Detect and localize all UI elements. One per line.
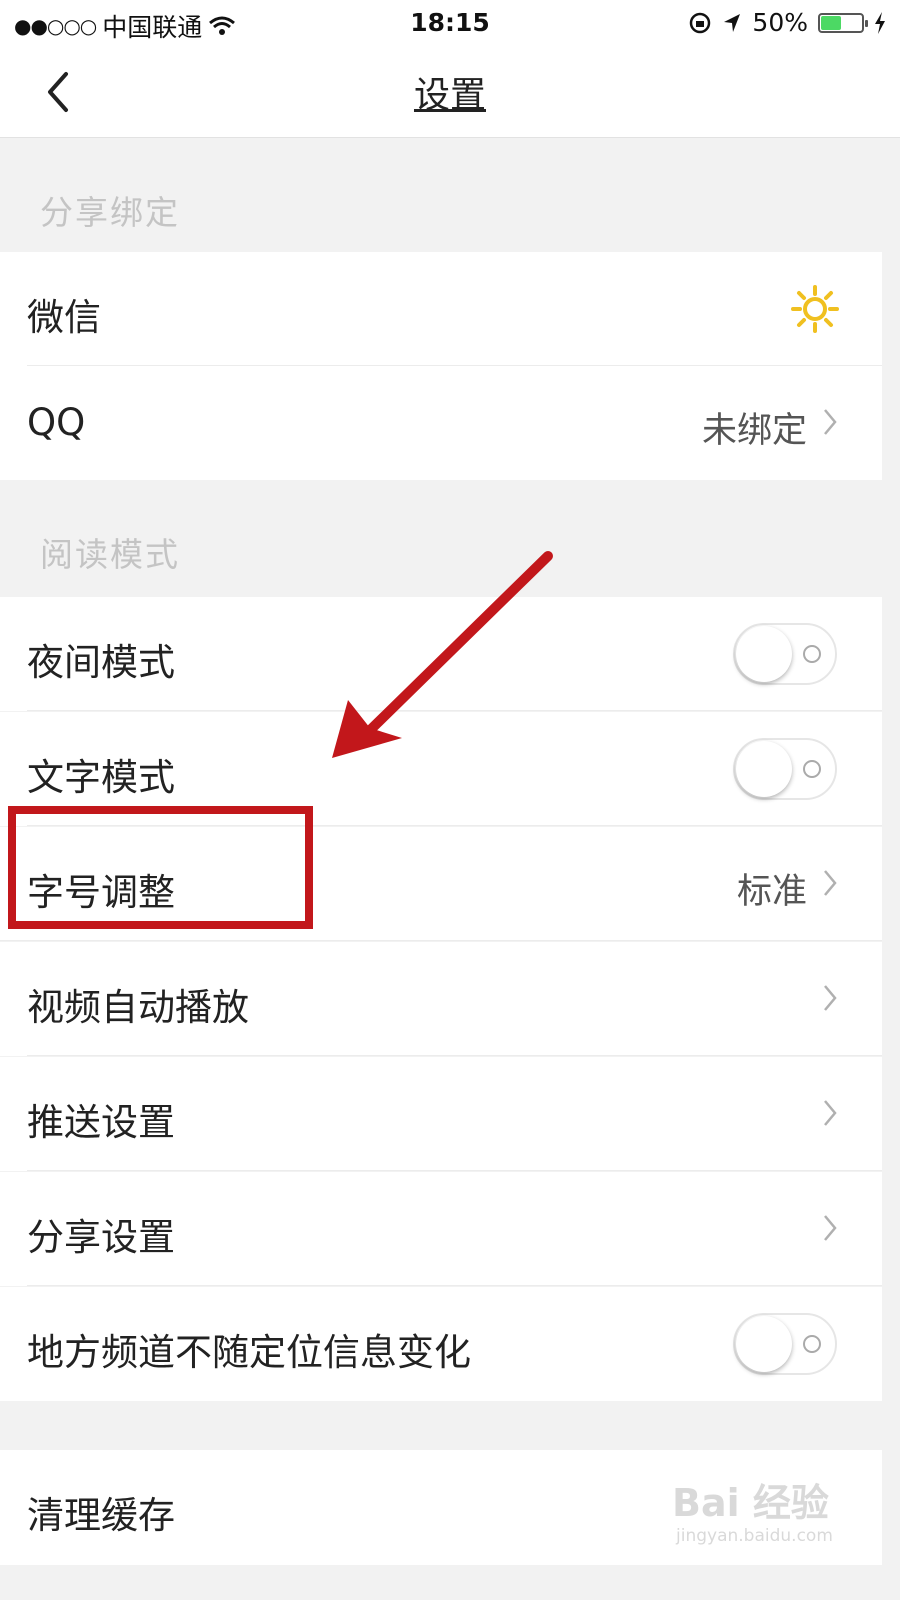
annotation-highlight-box	[8, 806, 313, 929]
row-divider	[0, 940, 882, 941]
text-mode-toggle[interactable]	[733, 738, 837, 800]
toggle-knob	[736, 626, 792, 682]
status-right: 50%	[688, 8, 886, 37]
battery-percent: 50%	[752, 8, 808, 37]
orientation-lock-icon	[690, 12, 711, 33]
row-label: 地方频道不随定位信息变化	[27, 1331, 471, 1374]
row-divider	[27, 1055, 882, 1056]
battery-icon	[818, 12, 868, 33]
chevron-right-icon	[824, 409, 837, 435]
settings-row-qq[interactable]: QQ 未绑定	[0, 366, 882, 480]
settings-row-share-settings[interactable]: 分享设置	[0, 1172, 882, 1286]
row-label: QQ	[27, 401, 86, 444]
chevron-right-icon	[824, 1100, 837, 1126]
row-label: 分享设置	[27, 1216, 175, 1259]
chevron-right-icon	[824, 985, 837, 1011]
row-divider	[27, 1170, 882, 1171]
watermark-logo-text: Bai 经验	[672, 1481, 829, 1525]
section-header-label: 分享绑定	[40, 193, 180, 232]
settings-row-local-channel: 地方频道不随定位信息变化	[0, 1287, 882, 1401]
settings-row-video-autoplay[interactable]: 视频自动播放	[0, 942, 882, 1056]
status-bar: ●●○○○ 中国联通 18:15 50%	[0, 0, 900, 46]
row-value: 标准	[736, 872, 807, 912]
section-header-share-binding: 分享绑定	[0, 138, 900, 252]
toggle-knob	[736, 1316, 792, 1372]
section-header-label: 阅读模式	[40, 535, 180, 574]
annotation-arrow-icon	[332, 551, 553, 758]
watermark-url: jingyan.baidu.com	[676, 1526, 833, 1546]
toggle-off-indicator-icon	[803, 645, 821, 663]
toggle-off-indicator-icon	[803, 1335, 821, 1353]
row-label: 视频自动播放	[27, 986, 249, 1029]
row-divider	[27, 1285, 882, 1286]
local-channel-toggle[interactable]	[733, 1313, 837, 1375]
chevron-right-icon	[824, 1215, 837, 1241]
row-value: 未绑定	[701, 411, 807, 451]
sun-icon	[791, 285, 839, 333]
baidu-jingyan-watermark: Bai 经验 jingyan.baidu.com	[672, 1472, 842, 1552]
charging-bolt-icon	[875, 11, 885, 34]
page-title: 设置	[413, 75, 486, 116]
row-label: 文字模式	[27, 756, 175, 799]
toggle-knob	[736, 741, 792, 797]
row-label: 清理缓存	[27, 1494, 175, 1537]
chevron-right-icon	[824, 870, 837, 896]
toggle-off-indicator-icon	[803, 760, 821, 778]
location-arrow-icon	[724, 13, 741, 32]
settings-row-wechat[interactable]: 微信	[0, 252, 882, 366]
settings-row-push-settings[interactable]: 推送设置	[0, 1057, 882, 1171]
night-mode-toggle[interactable]	[733, 623, 837, 685]
battery-fill	[821, 15, 841, 30]
row-label: 夜间模式	[27, 641, 175, 684]
row-label: 推送设置	[27, 1101, 175, 1144]
row-label: 微信	[27, 296, 101, 339]
navigation-bar: 设置	[0, 46, 900, 138]
